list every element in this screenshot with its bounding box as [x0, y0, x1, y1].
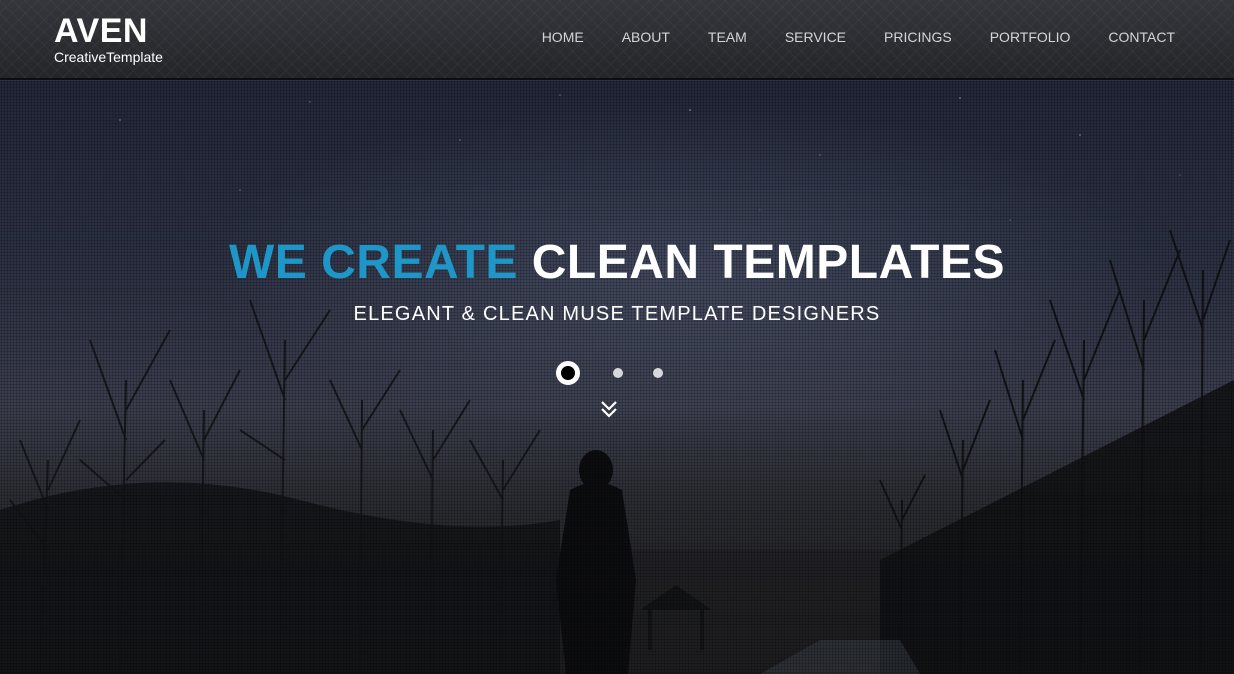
nav-item-service[interactable]: SERVICE — [766, 29, 865, 45]
slider-dot-1[interactable] — [556, 361, 580, 385]
logo-title: AVEN — [54, 12, 148, 50]
nav-item-pricings[interactable]: PRICINGS — [865, 29, 971, 45]
nav-item-team[interactable]: TEAM — [689, 29, 766, 45]
logo-subtitle: CreativeTemplate — [54, 49, 163, 65]
stars — [119, 94, 1181, 221]
hero-section: WE CREATE CLEAN TEMPLATES ELEGANT & CLEA… — [0, 80, 1234, 674]
nav-item-about[interactable]: ABOUT — [603, 29, 689, 45]
hero-headline-accent: WE CREATE — [228, 236, 518, 289]
nav-item-portfolio[interactable]: PORTFOLIO — [971, 29, 1090, 45]
slider-dot-2[interactable] — [613, 368, 623, 378]
double-chevron-down-icon[interactable] — [599, 399, 619, 419]
main-nav: HOME ABOUT TEAM SERVICE PRICINGS PORTFOL… — [523, 29, 1194, 45]
hero-headline-main: CLEAN TEMPLATES — [531, 236, 1006, 289]
logo[interactable]: AVEN CreativeTemplate — [54, 14, 163, 65]
person-silhouette — [556, 450, 636, 674]
hero-headline: WE CREATE CLEAN TEMPLATES — [0, 236, 1234, 290]
slider-dot-3[interactable] — [653, 368, 663, 378]
nav-item-home[interactable]: HOME — [523, 29, 603, 45]
slider-pagination — [556, 361, 663, 385]
nav-item-contact[interactable]: CONTACT — [1089, 29, 1194, 45]
hero-subheadline: ELEGANT & CLEAN MUSE TEMPLATE DESIGNERS — [353, 303, 881, 325]
site-header: AVEN CreativeTemplate HOME ABOUT TEAM SE… — [0, 0, 1234, 80]
